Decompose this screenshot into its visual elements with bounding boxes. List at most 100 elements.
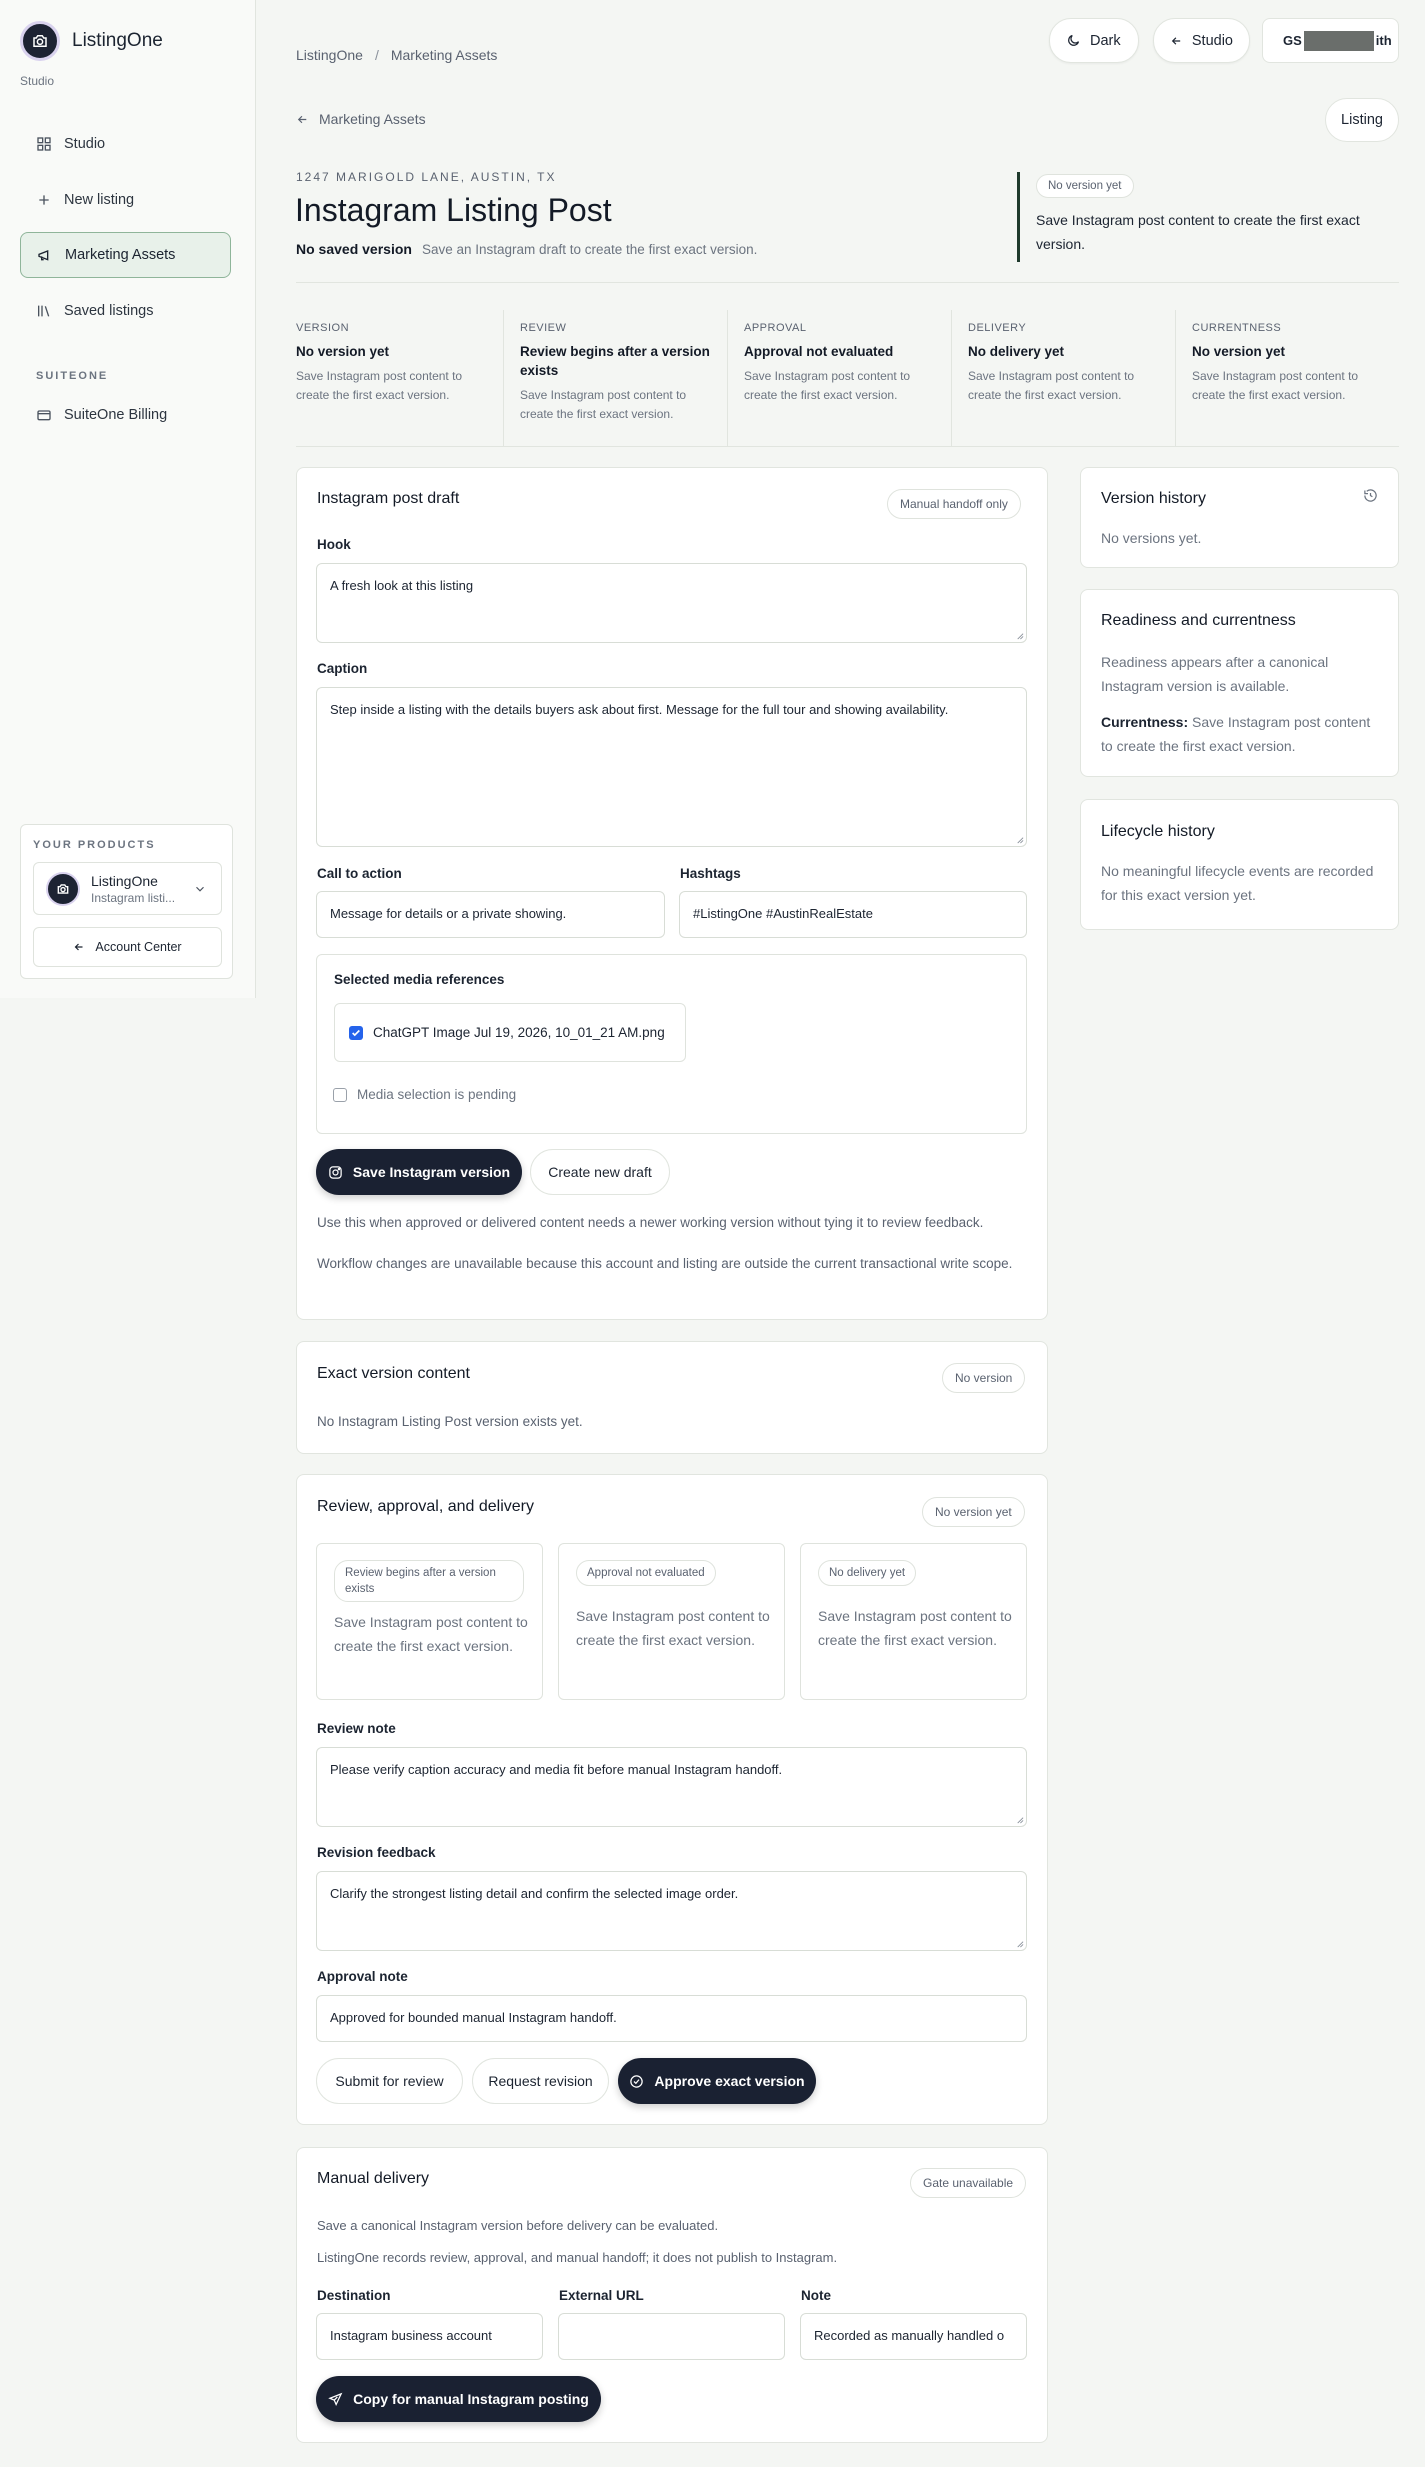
exact-text: No Instagram Listing Post version exists… <box>317 1414 583 1429</box>
status-badge: Review begins after a version exists <box>334 1560 524 1602</box>
approval-note-input[interactable]: Approved for bounded manual Instagram ha… <box>316 1995 1027 2042</box>
hook-field[interactable]: A fresh look at this listing <box>316 563 1027 643</box>
checkbox-checked[interactable] <box>349 1025 363 1040</box>
check-circle-icon <box>630 2074 644 2088</box>
summary-desc: Save Instagram post content to create th… <box>968 369 1135 402</box>
status-badge: Approval not evaluated <box>576 1560 716 1586</box>
media-pending-option[interactable]: Media selection is pending <box>333 1087 516 1102</box>
destination-input[interactable]: Instagram business account <box>316 2313 543 2360</box>
summary-key: DELIVERY <box>968 322 1027 334</box>
approve-exact-version-button[interactable]: Approve exact version <box>618 2058 816 2104</box>
media-item[interactable]: ChatGPT Image Jul 19, 2026, 10_01_21 AM.… <box>334 1003 686 1062</box>
dark-mode-toggle[interactable]: Dark <box>1049 18 1139 63</box>
exact-title: Exact version content <box>317 1365 470 1382</box>
create-new-draft-button[interactable]: Create new draft <box>530 1149 670 1195</box>
status-line: No saved version Save an Instagram draft … <box>296 241 757 257</box>
checkbox-unchecked[interactable] <box>333 1087 347 1102</box>
summary-approval: APPROVAL Approval not evaluated Save Ins… <box>728 310 952 446</box>
submit-for-review-button[interactable]: Submit for review <box>316 2058 463 2104</box>
app-logo[interactable]: ListingOne <box>20 21 163 61</box>
currentness-line: Currentness: Save Instagram post content… <box>1101 710 1383 758</box>
summary-currentness: CURRENTNESS No version yet Save Instagra… <box>1176 310 1399 446</box>
summary-value: Approval not evaluated <box>744 344 894 359</box>
save-instagram-version-button[interactable]: Save Instagram version <box>316 1149 522 1195</box>
history-icon[interactable] <box>1363 488 1378 503</box>
products-heading: YOUR PRODUCTS <box>33 839 156 851</box>
sidebar-item-suiteone-billing[interactable]: SuiteOne Billing <box>20 392 231 438</box>
product-name: ListingOne <box>91 872 158 889</box>
user-menu-button[interactable]: GS ith <box>1262 18 1399 63</box>
credit-card-icon <box>37 410 51 421</box>
redacted-block <box>1303 30 1374 51</box>
caption-field[interactable]: Step inside a listing with the details b… <box>316 687 1027 847</box>
sidebar-item-label: New listing <box>64 192 135 208</box>
summary-desc: Save Instagram post content to create th… <box>296 369 463 402</box>
sidebar-item-new-listing[interactable]: New listing <box>20 177 231 223</box>
app-subtitle: Studio <box>20 74 55 88</box>
sidebar-item-label: Studio <box>64 136 106 152</box>
sidebar-item-studio[interactable]: Studio <box>20 121 231 167</box>
draft-note-2: Workflow changes are unavailable because… <box>317 1256 1013 1271</box>
grid-icon <box>37 137 51 151</box>
back-link[interactable]: Marketing Assets <box>296 111 426 127</box>
status-summary-grid: VERSION No version yet Save Instagram po… <box>296 310 1399 446</box>
status-bold: No saved version <box>296 241 412 257</box>
callout-text: Save Instagram post content to create th… <box>1036 212 1360 252</box>
listing-button[interactable]: Listing <box>1325 98 1399 142</box>
summary-review: REVIEW Review begins after a version exi… <box>504 310 728 446</box>
plus-icon <box>39 195 49 205</box>
approval-status-text: Save Instagram post content to create th… <box>576 1608 770 1648</box>
version-callout: No version yet Save Instagram post conte… <box>1017 172 1397 262</box>
copy-for-manual-posting-button[interactable]: Copy for manual Instagram posting <box>316 2376 601 2422</box>
arrow-left-icon <box>1171 36 1181 45</box>
status-hint: Save an Instagram draft to create the fi… <box>421 242 758 257</box>
instagram-icon <box>329 1165 342 1179</box>
external-url-label: External URL <box>559 2288 644 2303</box>
user-name-suffix: ith <box>1375 33 1392 48</box>
revision-feedback-field[interactable]: Clarify the strongest listing detail and… <box>316 1871 1027 1951</box>
review-title: Review, approval, and delivery <box>317 1498 535 1515</box>
note-label: Note <box>801 2288 831 2303</box>
external-url-input[interactable] <box>558 2313 785 2360</box>
request-revision-button[interactable]: Request revision <box>472 2058 609 2104</box>
product-description: Instagram listi... <box>91 890 176 905</box>
delivery-status-card: No delivery yet Save Instagram post cont… <box>800 1543 1027 1700</box>
status-badge: No version yet <box>1036 174 1134 198</box>
status-badge: No version yet <box>922 1497 1025 1527</box>
summary-value: No version yet <box>1192 344 1286 359</box>
user-initials: GS <box>1283 33 1302 48</box>
status-badge: Manual handoff only <box>887 489 1021 519</box>
hashtags-input[interactable]: #ListingOne #AustinRealEstate <box>679 891 1027 938</box>
delivery-text-1: Save a canonical Instagram version befor… <box>317 2218 719 2233</box>
product-selector[interactable]: ListingOne Instagram listi... <box>33 862 222 915</box>
studio-label: Studio <box>1191 32 1233 49</box>
lifecycle-text: No meaningful lifecycle events are recor… <box>1101 863 1374 903</box>
review-note-field[interactable]: Please verify caption accuracy and media… <box>316 1747 1027 1827</box>
review-note-value: Please verify caption accuracy and media… <box>330 1762 783 1777</box>
resize-handle-icon[interactable] <box>1015 1815 1024 1824</box>
button-label: Approve exact version <box>654 2073 805 2089</box>
cta-label: Call to action <box>317 866 402 881</box>
breadcrumb-item[interactable]: ListingOne <box>296 47 363 63</box>
destination-label: Destination <box>317 2288 391 2303</box>
listing-address: 1247 MARIGOLD LANE, AUSTIN, TX <box>296 170 557 184</box>
account-center-button[interactable]: Account Center <box>33 927 222 967</box>
sidebar-item-saved-listings[interactable]: Saved listings <box>20 288 231 334</box>
products-card: YOUR PRODUCTS ListingOne Instagram listi… <box>20 824 233 979</box>
back-link-label: Marketing Assets <box>319 111 426 127</box>
cta-input[interactable]: Message for details or a private showing… <box>316 891 665 938</box>
lifecycle-title: Lifecycle history <box>1101 823 1215 840</box>
dark-label: Dark <box>1090 32 1121 49</box>
resize-handle-icon[interactable] <box>1015 835 1024 844</box>
summary-desc: Save Instagram post content to create th… <box>744 369 911 402</box>
resize-handle-icon[interactable] <box>1015 631 1024 640</box>
status-badge: Gate unavailable <box>910 2168 1027 2198</box>
summary-desc: Save Instagram post content to create th… <box>1192 369 1359 402</box>
delivery-text-2: ListingOne records review, approval, and… <box>317 2250 838 2265</box>
breadcrumb-item[interactable]: Marketing Assets <box>391 47 498 63</box>
studio-button[interactable]: Studio <box>1153 18 1250 63</box>
sidebar-item-marketing-assets[interactable]: Marketing Assets <box>20 232 231 278</box>
resize-handle-icon[interactable] <box>1015 1939 1024 1948</box>
revision-feedback-value: Clarify the strongest listing detail and… <box>330 1886 739 1901</box>
note-input[interactable]: Recorded as manually handled o <box>800 2313 1027 2360</box>
